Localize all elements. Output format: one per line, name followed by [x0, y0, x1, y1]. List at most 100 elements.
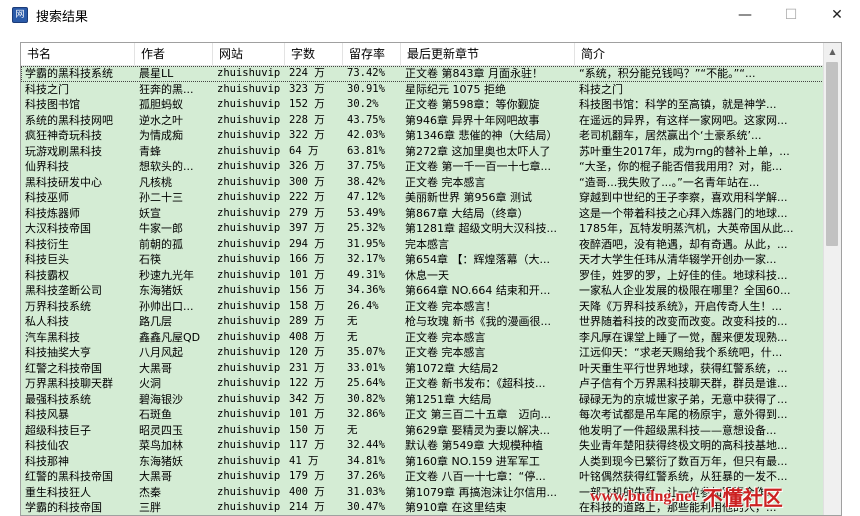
cell-word-count: 294 万: [289, 237, 325, 250]
table-row[interactable]: 科技炼器师 妖宣 zhuishuvip 279 万 53.49% 第867章 大结局（终章…: [21, 205, 824, 221]
table-row[interactable]: 超级科技巨子 昭灵四玉 zhuishuvip 150 万 无 第629章 娶精灵为妻以解决…: [21, 422, 824, 438]
vertical-scrollbar[interactable]: ▲: [823, 43, 841, 515]
cell-latest-chapter: 第1281章 超级文明大汉科技...: [405, 222, 557, 235]
column-header-site[interactable]: 网站: [213, 43, 285, 65]
table-row[interactable]: 大汉科技帝国 牛家一郎 zhuishuvip 397 万 25.32% 第1281章 超级…: [21, 221, 824, 237]
cell-title: 最强科技系统: [25, 392, 91, 406]
cell-summary: 叶天重生平行世界地球，获得红警系统，...: [579, 361, 788, 375]
cell-word-count: 300 万: [289, 175, 325, 188]
results-table: 书名 作者 网站 字数 留存率 最后更新章节 简介 学霸的黑科技系统 晨星LL zh…: [20, 42, 842, 516]
cell-retention: 35.07%: [347, 346, 385, 358]
cell-word-count: 231 万: [289, 361, 325, 374]
cell-site: zhuishuvip: [217, 501, 281, 513]
table-body: 学霸的黑科技系统 晨星LL zhuishuvip 224 万 73.42% 正文卷 第84…: [21, 66, 824, 515]
column-header-latest-chapter[interactable]: 最后更新章节: [401, 43, 575, 65]
table-row[interactable]: 科技衍生 前朝的孤 zhuishuvip 294 万 31.95% 完本感言 夜醉酒吧，没有…: [21, 236, 824, 252]
close-button[interactable]: ✕: [814, 0, 860, 30]
scrollbar-thumb[interactable]: [826, 62, 838, 246]
cell-word-count: 179 万: [289, 470, 325, 482]
cell-word-count: 408 万: [289, 330, 325, 343]
column-header-title[interactable]: 书名: [21, 43, 135, 65]
column-header-retention[interactable]: 留存率: [343, 43, 401, 65]
table-row[interactable]: 汽车黑科技 鑫鑫凡屋QD zhuishuvip 408 万 无 正文卷 完本感言 李凡厚在课…: [21, 329, 824, 345]
cell-author: 孤胆蚂蚁: [139, 98, 183, 111]
cell-site: zhuishuvip: [217, 144, 281, 157]
cell-latest-chapter: 正文卷 完本感言: [405, 346, 486, 359]
table-row[interactable]: 学霸的黑科技系统 晨星LL zhuishuvip 224 万 73.42% 正文卷 第84…: [21, 66, 824, 82]
cell-author: 石筷: [139, 253, 161, 266]
cell-latest-chapter: 第910章 在这里结束: [405, 501, 507, 514]
column-header-author[interactable]: 作者: [135, 43, 213, 65]
cell-retention: 37.26%: [347, 470, 385, 482]
cell-word-count: 279 万: [289, 206, 325, 219]
scroll-up-arrow-icon[interactable]: ▲: [824, 43, 841, 60]
minimize-button[interactable]: —: [722, 0, 768, 30]
cell-summary: 穿越到中世纪的王子李察，喜欢用科学解...: [579, 191, 788, 204]
cell-summary: 在遥远的异界，有这样一家网吧。这家网...: [579, 113, 788, 127]
cell-title: 大汉科技帝国: [25, 222, 91, 235]
cell-retention: 38.42%: [347, 175, 385, 188]
cell-summary: 李凡厚在课堂上睡了一觉，醒来便发现熟...: [579, 330, 788, 344]
cell-summary: 世界随着科技的改变而改变。改变科技的...: [579, 315, 788, 328]
cell-summary: 天降《万界科技系统》，开启传奇人生！...: [579, 299, 782, 313]
cell-title: 仙界科技: [25, 160, 69, 173]
watermark-label: 不懂社区: [702, 486, 783, 510]
cell-word-count: 326 万: [289, 160, 325, 172]
cell-retention: 49.31%: [347, 268, 385, 281]
cell-title: 科技炼器师: [25, 206, 80, 220]
table-row[interactable]: 科技风暴 石斑鱼 zhuishuvip 101 万 32.86% 正文 第三百二十五章 迈…: [21, 407, 824, 423]
column-header-summary[interactable]: 简介: [575, 43, 824, 65]
table-row[interactable]: 疯狂神奇玩科技 为情成痴 zhuishuvip 322 万 42.03% 第1346章 悲…: [21, 128, 824, 144]
cell-latest-chapter: 第867章 大结局（终章）: [405, 206, 529, 220]
cell-word-count: 222 万: [289, 191, 325, 203]
cell-site: zhuishuvip: [217, 191, 281, 203]
table-row[interactable]: 科技霸权 秒速九光年 zhuishuvip 101 万 49.31% 休息一天 罗佳，姓罗的…: [21, 267, 824, 283]
cell-site: zhuishuvip: [217, 346, 281, 358]
cell-word-count: 41 万: [289, 454, 319, 467]
cell-latest-chapter: 正文卷 新书发布：《超科技...: [405, 377, 546, 390]
cell-title: 万界科技系统: [25, 299, 91, 313]
cell-retention: 30.2%: [347, 98, 379, 110]
maximize-button[interactable]: ☐: [768, 0, 814, 30]
table-row[interactable]: 玩游戏刷黑科技 青蜂 zhuishuvip 64 万 63.81% 第272章 这加里奥也…: [21, 143, 824, 159]
table-row[interactable]: 科技巫师 孙二十三 zhuishuvip 222 万 47.12% 美丽新世界 第956章…: [21, 190, 824, 206]
table-row[interactable]: 最强科技系统 碧海银沙 zhuishuvip 342 万 30.82% 第1251章 大结…: [21, 391, 824, 407]
cell-site: zhuishuvip: [217, 268, 281, 281]
cell-author: 碧海银沙: [139, 392, 183, 406]
cell-latest-chapter: 美丽新世界 第956章 测试: [405, 191, 532, 204]
cell-summary: “大圣，你的棍子能否借我用用？对，能...: [579, 160, 783, 173]
table-row[interactable]: 仙界科技 想软头的... zhuishuvip 326 万 37.75% 正文卷 第一千一…: [21, 159, 824, 175]
table-row[interactable]: 科技仙农 菜鸟加林 zhuishuvip 117 万 32.44% 默认卷 第549章 大…: [21, 438, 824, 454]
cell-summary: 夜醉酒吧，没有艳遇，却有奇遇。从此，...: [579, 237, 788, 251]
cell-retention: 34.81%: [347, 454, 385, 467]
cell-author: 孙帅出口...: [139, 299, 194, 313]
cell-latest-chapter: 正文卷 八百一十七章：“停...: [405, 470, 546, 483]
cell-latest-chapter: 第629章 娶精灵为妻以解决...: [405, 423, 550, 437]
table-row[interactable]: 万界黑科技聊天群 火洞 zhuishuvip 122 万 25.64% 正文卷 新书发布：…: [21, 376, 824, 392]
table-row[interactable]: 万界科技系统 孙帅出口... zhuishuvip 158 万 26.4% 正文卷 完本感…: [21, 298, 824, 314]
cell-retention: 53.49%: [347, 206, 385, 219]
cell-site: zhuishuvip: [217, 361, 281, 374]
table-row[interactable]: 科技那神 东海猪妖 zhuishuvip 41 万 34.81% 第160章 NO.159…: [21, 453, 824, 469]
table-row[interactable]: 私人科技 路几层 zhuishuvip 289 万 无 枪与玫瑰 新书《我的漫画很... 世…: [21, 314, 824, 330]
column-header-word-count[interactable]: 字数: [285, 43, 343, 65]
cell-author: 想软头的...: [139, 160, 194, 173]
table-row[interactable]: 科技抽奖大亨 八月风起 zhuishuvip 120 万 35.07% 正文卷 完本感言 江…: [21, 345, 824, 361]
cell-retention: 30.47%: [347, 501, 385, 513]
table-row[interactable]: 科技图书馆 孤胆蚂蚁 zhuishuvip 152 万 30.2% 正文卷 第598章：等…: [21, 97, 824, 113]
cell-word-count: 101 万: [289, 408, 325, 420]
cell-word-count: 122 万: [289, 377, 325, 389]
cell-retention: 47.12%: [347, 191, 385, 203]
cell-site: zhuishuvip: [217, 284, 281, 296]
cell-latest-chapter: 正文卷 第598章：等你觐旋: [405, 98, 540, 111]
table-row[interactable]: 科技之门 狂奔的黑... zhuishuvip 323 万 30.91% 星际纪元 107…: [21, 81, 824, 97]
table-row[interactable]: 黑科技垄断公司 东海猪妖 zhuishuvip 156 万 34.36% 第664章 NO…: [21, 283, 824, 299]
table-row[interactable]: 系统的黑科技网吧 逆水之叶 zhuishuvip 228 万 43.75% 第946章 异…: [21, 112, 824, 128]
table-row[interactable]: 黑科技研发中心 凡核桃 zhuishuvip 300 万 38.42% 正文卷 完本感言 “…: [21, 174, 824, 190]
cell-summary: 他发明了一件超级黑科技——意想设备...: [579, 423, 777, 437]
table-row[interactable]: 红警之科技帝国 大黑哥 zhuishuvip 231 万 33.01% 第1072章 大结…: [21, 360, 824, 376]
cell-site: zhuishuvip: [217, 237, 281, 250]
cell-word-count: 64 万: [289, 144, 319, 157]
table-row[interactable]: 科技巨头 石筷 zhuishuvip 166 万 32.17% 第654章 【：辉煌落幕（…: [21, 252, 824, 268]
cell-author: 青蜂: [139, 144, 161, 158]
